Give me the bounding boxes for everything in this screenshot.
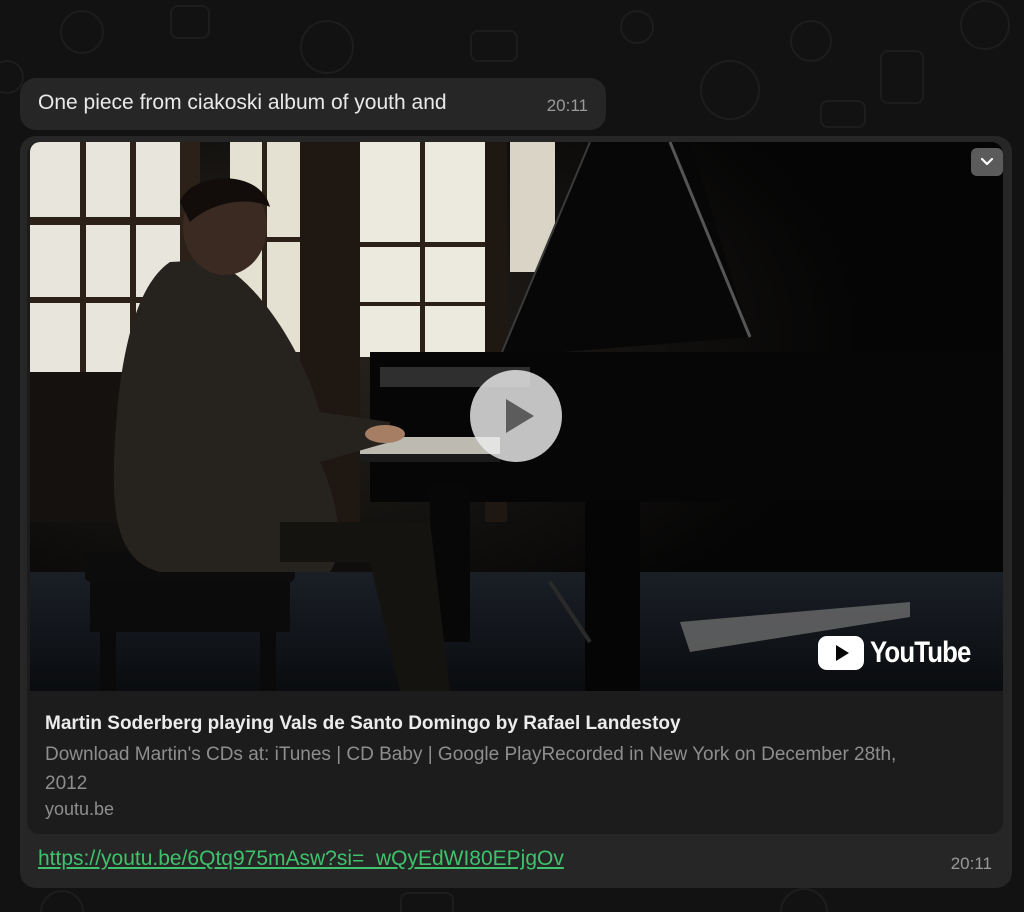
doodle-pattern bbox=[700, 60, 760, 120]
doodle-pattern bbox=[300, 20, 354, 74]
doodle-pattern bbox=[400, 892, 454, 912]
doodle-pattern bbox=[470, 30, 518, 62]
youtube-logo-icon bbox=[818, 636, 865, 670]
youtube-logo: YouTube bbox=[818, 636, 987, 670]
video-thumbnail[interactable]: YouTube bbox=[30, 142, 1003, 691]
link-preview-card[interactable]: YouTube Martin Soderberg playing Vals de… bbox=[27, 142, 1003, 834]
message-bubble-text[interactable]: One piece from ciakoski album of youth a… bbox=[20, 78, 606, 130]
message-link[interactable]: https://youtu.be/6Qtq975mAsw?si=_wQyEdWI… bbox=[38, 847, 564, 871]
message-timestamp: 20:11 bbox=[546, 96, 588, 115]
preview-description: Download Martin's CDs at: iTunes | CD Ba… bbox=[45, 744, 897, 794]
doodle-pattern bbox=[60, 10, 104, 54]
doodle-pattern bbox=[780, 888, 828, 912]
preview-title[interactable]: Martin Soderberg playing Vals de Santo D… bbox=[45, 713, 681, 735]
doodle-pattern bbox=[170, 5, 210, 39]
message-menu-button[interactable] bbox=[971, 148, 1003, 176]
doodle-pattern bbox=[960, 0, 1010, 50]
doodle-pattern bbox=[880, 50, 924, 104]
play-icon bbox=[506, 399, 534, 433]
preview-domain: youtu.be bbox=[45, 799, 115, 819]
chevron-down-icon bbox=[980, 157, 994, 166]
play-button[interactable] bbox=[470, 370, 562, 462]
youtube-wordmark: YouTube bbox=[870, 636, 971, 669]
doodle-pattern bbox=[790, 20, 832, 62]
message-text: One piece from ciakoski album of youth a… bbox=[38, 91, 447, 114]
doodle-pattern bbox=[620, 10, 654, 44]
message-bubble-link[interactable]: YouTube Martin Soderberg playing Vals de… bbox=[20, 136, 1012, 888]
doodle-pattern bbox=[820, 100, 866, 128]
message-timestamp: 20:11 bbox=[950, 854, 992, 873]
doodle-pattern bbox=[40, 890, 84, 912]
